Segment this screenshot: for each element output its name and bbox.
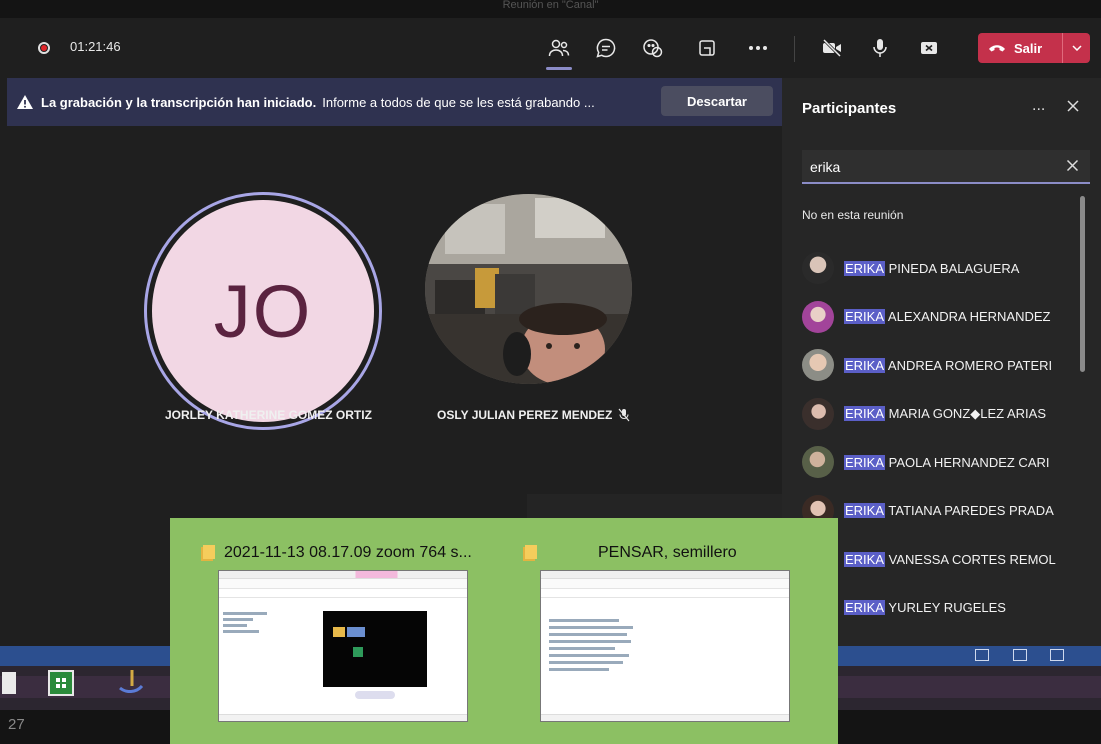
avatar-initials: JO [152,200,374,422]
participant-item[interactable]: ERIKA PAOLA HERNANDEZ CARI [802,438,1064,487]
clock-fragment: 27 [8,716,25,733]
banner-text: Informe a todos de que se les está graba… [322,94,595,110]
leave-label: Salir [1014,40,1043,56]
leave-button-group: Salir [978,33,1090,63]
participant-item[interactable]: ERIKA YURLEY RUGELES [802,584,1064,633]
close-icon [1067,100,1079,112]
participant-name: ERIKA PAOLA HERNANDEZ CARI [844,454,1050,470]
window-thumbnail[interactable] [540,570,790,722]
participant-item[interactable]: ERIKA ALEXANDRA HERNANDEZ [802,293,1064,342]
share-button[interactable] [912,32,946,64]
panel-more-button[interactable]: ... [1032,97,1045,115]
camera-off-icon [822,39,842,57]
chevron-down-icon [1071,45,1082,51]
participant-item[interactable]: ERIKA TATIANA PAREDES PRADA [802,487,1064,536]
share-tray-icon [699,40,715,56]
store-icon[interactable] [48,670,74,696]
panel-title: Participantes [802,100,897,117]
more-actions-button[interactable] [741,32,775,64]
participant-search [802,150,1090,184]
section-header: No en esta reunión [802,208,904,222]
close-icon [1066,159,1079,172]
participant-item[interactable]: ERIKA VANESSA CORTES REMOL [802,535,1064,584]
dismiss-button[interactable]: Descartar [661,86,773,116]
recording-icon [38,42,50,54]
participant-list: ERIKA PINEDA BALAGUERA ERIKA ALEXANDRA H… [802,244,1064,632]
leave-options-button[interactable] [1062,33,1090,63]
search-input[interactable] [810,158,1050,176]
participant-item[interactable]: ERIKA MARIA GONZ◆LEZ ARIAS [802,390,1064,439]
avatar [802,446,834,479]
share-screen-icon [921,42,937,54]
window-thumbnail[interactable] [218,570,468,722]
mic-icon [873,39,887,57]
recording-timer: 01:21:46 [70,39,121,54]
participant-item[interactable]: ERIKA PINEDA BALAGUERA [802,244,1064,293]
participant-name: ERIKA MARIA GONZ◆LEZ ARIAS [844,405,1047,421]
camera-button[interactable] [815,32,849,64]
participant-photo [425,194,632,384]
avatar [802,252,834,285]
mic-muted-icon [618,408,630,422]
participant-name: ERIKA PINEDA BALAGUERA [844,260,1020,276]
participant-item[interactable]: ERIKA ANDREA ROMERO PATERI [802,341,1064,390]
toolbar-divider [794,36,795,62]
preview-window-title[interactable]: PENSAR, semillero [522,544,812,562]
avatar [802,300,834,333]
participant-tile-avatar[interactable]: JO [144,192,382,430]
tray-icon[interactable] [975,649,989,661]
tray-icon[interactable] [1013,649,1027,661]
meeting-toolbar: 01:21:46 Salir [0,18,1101,78]
hang-up-icon [989,45,1005,52]
recording-banner: La grabación y la transcripción han inic… [7,78,782,126]
search-clear-button[interactable] [1066,159,1079,177]
taskbar-thumbnail-preview: 2021-11-13 08.17.09 zoom 764 s... PENSAR… [170,518,838,744]
participant-name: ERIKA ANDREA ROMERO PATERI [844,357,1053,373]
participant-tile-name: OSLY JULIAN PEREZ MENDEZ [437,408,630,422]
warning-icon [15,92,35,112]
folder-icon [523,545,537,561]
people-icon [548,39,570,57]
more-icon [749,46,767,50]
participant-name: ERIKA YURLEY RUGELES [844,600,1006,616]
participants-button[interactable] [542,32,576,70]
raise-hand-icon [643,39,663,58]
participant-name: ERIKA VANESSA CORTES REMOL [844,551,1056,567]
teams-meeting-window: Reunión en "Canal" 01:21:46 Salir La gra… [0,0,1101,744]
folder-icon [201,545,215,561]
mic-button[interactable] [863,32,897,64]
participant-name: ERIKA TATIANA PAREDES PRADA [844,503,1054,519]
banner-bold-text: La grabación y la transcripción han inic… [41,94,317,110]
reactions-button[interactable] [636,32,670,64]
chat-icon [596,38,616,58]
participant-name: OSLY JULIAN PEREZ MENDEZ [437,408,613,422]
taskbar-app-icon[interactable] [116,668,146,696]
preview-title-text: PENSAR, semillero [598,544,737,561]
window-title-bar: Reunión en "Canal" [0,0,1101,18]
tray-icon[interactable] [1050,649,1064,661]
preview-window-title[interactable]: 2021-11-13 08.17.09 zoom 764 s... [200,544,500,562]
avatar [802,397,834,430]
chat-button[interactable] [589,32,623,64]
panel-close-button[interactable] [1066,99,1080,118]
taskbar-app-icon[interactable] [2,672,16,694]
leave-button[interactable]: Salir [978,33,1062,63]
preview-title-text: 2021-11-13 08.17.09 zoom 764 s... [224,544,472,561]
avatar [802,349,834,382]
participant-tile-name: JORLEY KATHERINE GOMEZ ORTIZ [165,408,372,422]
rooms-button[interactable] [690,32,724,64]
participant-name: ERIKA ALEXANDRA HERNANDEZ [844,309,1051,325]
panel-scrollbar[interactable] [1080,196,1085,372]
window-title: Reunión en "Canal" [502,0,599,11]
participant-video-avatar[interactable] [425,194,632,384]
